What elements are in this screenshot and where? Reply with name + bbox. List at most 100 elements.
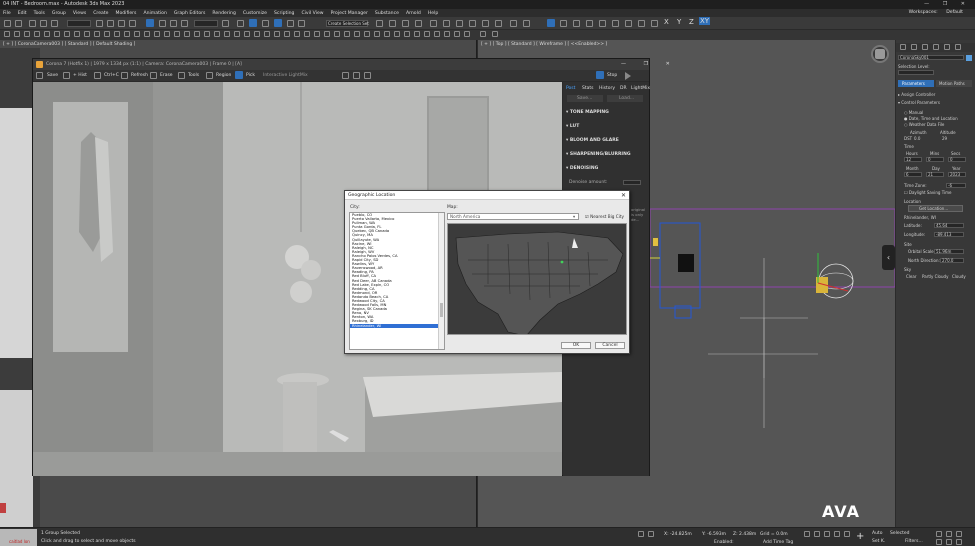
city-list[interactable]: Pueblo, CO Puerto Vallarta, Mexico Pullman… xyxy=(349,212,445,350)
ribbon-icon-45[interactable] xyxy=(444,31,450,37)
snaps-toggle-icon[interactable] xyxy=(249,19,257,27)
play-icon[interactable] xyxy=(824,531,830,537)
vfb-region-button[interactable]: Region xyxy=(216,73,231,78)
ribbon-icon-22[interactable] xyxy=(214,31,220,37)
menu-scripting[interactable]: Scripting xyxy=(274,11,294,16)
modify-tab-icon[interactable] xyxy=(911,44,917,50)
axis-y[interactable]: Y xyxy=(677,18,681,26)
section-lut[interactable]: ▾ LUT xyxy=(566,124,579,129)
window-crossing-icon[interactable] xyxy=(129,20,136,27)
ribbon-icon-32[interactable] xyxy=(314,31,320,37)
ribbon-icon-41[interactable] xyxy=(404,31,410,37)
ribbon-icon-33[interactable] xyxy=(324,31,330,37)
section-bloom[interactable]: ▾ BLOOM AND GLARE xyxy=(566,138,619,143)
ribbon-icon-34[interactable] xyxy=(334,31,340,37)
go-to-end-icon[interactable] xyxy=(844,531,850,537)
vfb-tools-icon[interactable] xyxy=(178,72,185,79)
corona-render-icon[interactable] xyxy=(523,20,530,27)
ribbon-icon-9[interactable] xyxy=(84,31,90,37)
dst-checkbox[interactable]: ☐ Daylight Saving Time xyxy=(904,190,952,195)
percent-snap-icon[interactable] xyxy=(274,19,282,27)
corona-slicer-icon[interactable] xyxy=(638,20,645,27)
prev-frame-icon[interactable] xyxy=(814,531,820,537)
add-time-tag[interactable]: Add Time Tag xyxy=(763,540,793,545)
axis-z[interactable]: Z xyxy=(689,18,694,26)
orbit-icon[interactable] xyxy=(956,531,962,537)
align-icon[interactable] xyxy=(389,20,396,27)
radio-weather[interactable]: ○ Weather Data File xyxy=(904,122,944,127)
ribbon-icon-3[interactable] xyxy=(24,31,30,37)
ribbon-icon-47[interactable] xyxy=(464,31,470,37)
menu-project-manager[interactable]: Project Manager xyxy=(331,11,368,16)
ribbon-icon-13[interactable] xyxy=(124,31,130,37)
edit-named-sel-icon[interactable] xyxy=(298,20,305,27)
create-tab-icon[interactable] xyxy=(900,44,906,50)
corona-decal-icon[interactable] xyxy=(625,20,632,27)
time-zone-field[interactable]: -6 xyxy=(946,183,966,188)
motion-paths-tab[interactable]: Motion Paths xyxy=(936,80,972,87)
menu-civil-view[interactable]: Civil View xyxy=(301,11,323,16)
ribbon-icon-7[interactable] xyxy=(64,31,70,37)
control-params-rollout[interactable]: ▾ Control Parameters xyxy=(898,100,940,105)
ribbon-icon-14[interactable] xyxy=(134,31,140,37)
render-setup-icon[interactable] xyxy=(469,20,476,27)
coord-z[interactable]: Z: 2.438m xyxy=(733,532,756,537)
axis-xy[interactable]: XY xyxy=(699,17,711,25)
top-viewport-label[interactable]: [ + ] [ Top ] [ Standard ] [ Wireframe ]… xyxy=(481,42,607,47)
sub-object-field[interactable] xyxy=(898,70,934,75)
window-controls[interactable]: — ❐ ✕ xyxy=(924,1,971,7)
ribbon-icon-4[interactable] xyxy=(34,31,40,37)
rect-region-icon[interactable] xyxy=(118,20,125,27)
vfb-stop-icon[interactable] xyxy=(596,71,604,79)
ribbon-icon-29[interactable] xyxy=(284,31,290,37)
utilities-tab-icon[interactable] xyxy=(955,44,961,50)
vfb-window-controls[interactable]: — ❐ ✕ xyxy=(621,61,678,67)
go-to-start-icon[interactable] xyxy=(804,531,810,537)
ribbon-icon-31[interactable] xyxy=(304,31,310,37)
unlink-icon[interactable] xyxy=(40,20,47,27)
key-filters-button[interactable]: Filters... xyxy=(905,539,923,544)
vfb-tools-button[interactable]: Tools xyxy=(188,73,199,78)
vfb-zoom-out-icon[interactable] xyxy=(353,72,360,79)
ribbon-icon-38[interactable] xyxy=(374,31,380,37)
corona-sun-icon[interactable] xyxy=(573,20,580,27)
ribbon-icon-20[interactable] xyxy=(194,31,200,37)
absolute-mode-icon[interactable] xyxy=(648,531,654,537)
vfb-zoom-in-icon[interactable] xyxy=(342,72,349,79)
vfb-stop-button[interactable]: Stop xyxy=(607,73,617,78)
scale-icon[interactable] xyxy=(170,20,177,27)
tab-post[interactable]: Post xyxy=(566,86,575,91)
vfb-copy-button[interactable]: Ctrl+C xyxy=(104,73,119,78)
menu-group[interactable]: Group xyxy=(52,11,66,16)
radio-manual[interactable]: ○ Manual xyxy=(904,110,923,115)
layer-explorer-icon[interactable] xyxy=(402,20,409,27)
orbital-scale-field[interactable]: 51.96m xyxy=(934,249,964,254)
maximize-viewport-icon[interactable] xyxy=(956,539,962,545)
fov-icon[interactable] xyxy=(946,539,952,545)
ribbon-icon-16[interactable] xyxy=(154,31,160,37)
ribbon-icon-48[interactable] xyxy=(480,31,486,37)
vfb-erase-icon[interactable] xyxy=(150,72,157,79)
ribbon-icon-27[interactable] xyxy=(264,31,270,37)
ribbon-icon-44[interactable] xyxy=(434,31,440,37)
vfb-render-play-icon[interactable] xyxy=(625,72,631,80)
tab-dr[interactable]: DR xyxy=(620,86,627,91)
ribbon-icon-30[interactable] xyxy=(294,31,300,37)
post-save-button[interactable]: Save... xyxy=(567,95,603,102)
vfb-lightmix-dropdown[interactable]: Interactive LightMix xyxy=(263,73,308,78)
spinner-snap-icon[interactable] xyxy=(287,20,294,27)
year-field[interactable]: 2023 xyxy=(948,172,966,177)
get-location-button[interactable]: Get Location... xyxy=(908,205,963,212)
ribbon-icon-37[interactable] xyxy=(364,31,370,37)
longitude-field[interactable]: -89.413 xyxy=(934,232,964,237)
panel-collapse-arrow-icon[interactable]: ‹ xyxy=(882,245,895,270)
section-denoising[interactable]: ▾ DENOISING xyxy=(566,166,598,171)
ribbon-icon-42[interactable] xyxy=(414,31,420,37)
sky-partly-cloudy-radio[interactable]: Partly Cloudy xyxy=(922,274,948,279)
vfb-save-icon[interactable] xyxy=(36,72,43,79)
ribbon-icon-17[interactable] xyxy=(164,31,170,37)
ribbon-icon-43[interactable] xyxy=(424,31,430,37)
bind-space-warp-icon[interactable] xyxy=(51,20,58,27)
select-object-icon[interactable] xyxy=(96,20,103,27)
ribbon-icon-35[interactable] xyxy=(344,31,350,37)
